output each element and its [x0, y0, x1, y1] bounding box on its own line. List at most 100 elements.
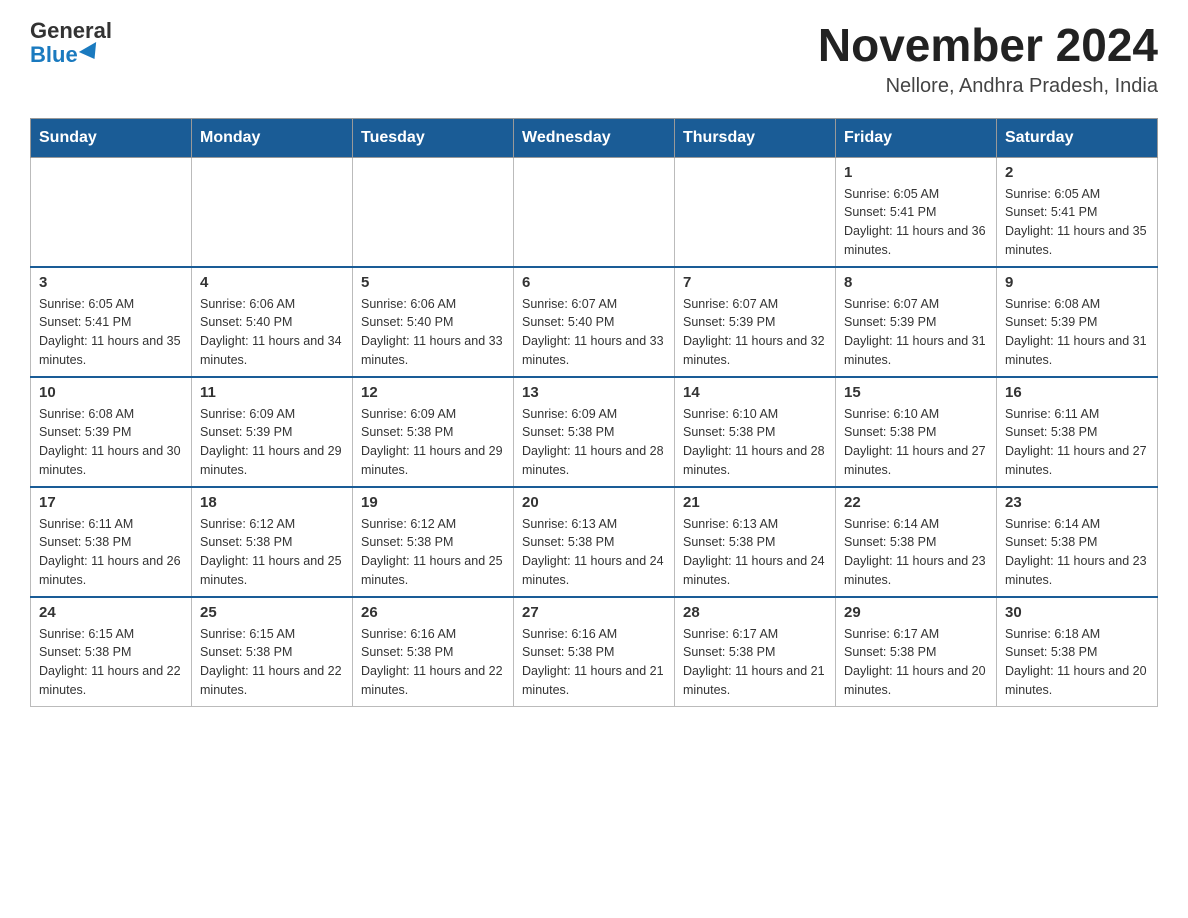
day-info: Sunrise: 6:15 AMSunset: 5:38 PMDaylight:… [200, 625, 344, 700]
day-info: Sunrise: 6:09 AMSunset: 5:38 PMDaylight:… [361, 405, 505, 480]
day-info: Sunrise: 6:10 AMSunset: 5:38 PMDaylight:… [683, 405, 827, 480]
column-header-sunday: Sunday [31, 118, 192, 157]
calendar-cell: 13 Sunrise: 6:09 AMSunset: 5:38 PMDayligh… [514, 377, 675, 487]
day-info: Sunrise: 6:09 AMSunset: 5:38 PMDaylight:… [522, 405, 666, 480]
calendar-week-row: 3 Sunrise: 6:05 AMSunset: 5:41 PMDaylight… [31, 267, 1158, 377]
day-info: Sunrise: 6:10 AMSunset: 5:38 PMDaylight:… [844, 405, 988, 480]
day-number: 17 [39, 494, 183, 511]
calendar-cell: 18 Sunrise: 6:12 AMSunset: 5:38 PMDayligh… [192, 487, 353, 597]
calendar-cell [514, 157, 675, 267]
calendar-cell: 10Sunrise: 6:08 AMSunset: 5:39 PMDayligh… [31, 377, 192, 487]
day-info: Sunrise: 6:07 AMSunset: 5:39 PMDaylight:… [683, 295, 827, 370]
day-info: Sunrise: 6:07 AMSunset: 5:39 PMDaylight:… [844, 295, 988, 370]
day-number: 11 [200, 384, 344, 401]
day-number: 29 [844, 604, 988, 621]
calendar-cell: 23 Sunrise: 6:14 AMSunset: 5:38 PMDayligh… [997, 487, 1158, 597]
day-number: 8 [844, 274, 988, 291]
day-info: Sunrise: 6:13 AMSunset: 5:38 PMDaylight:… [522, 515, 666, 590]
day-info: Sunrise: 6:07 AMSunset: 5:40 PMDaylight:… [522, 295, 666, 370]
day-info: Sunrise: 6:11 AMSunset: 5:38 PMDaylight:… [39, 515, 183, 590]
calendar-week-row: 1 Sunrise: 6:05 AMSunset: 5:41 PMDaylight… [31, 157, 1158, 267]
column-header-saturday: Saturday [997, 118, 1158, 157]
day-number: 5 [361, 274, 505, 291]
column-header-wednesday: Wednesday [514, 118, 675, 157]
calendar-cell: 20 Sunrise: 6:13 AMSunset: 5:38 PMDayligh… [514, 487, 675, 597]
day-info: Sunrise: 6:05 AMSunset: 5:41 PMDaylight:… [1005, 185, 1149, 260]
day-number: 22 [844, 494, 988, 511]
day-info: Sunrise: 6:09 AMSunset: 5:39 PMDaylight:… [200, 405, 344, 480]
day-number: 7 [683, 274, 827, 291]
calendar-cell: 2 Sunrise: 6:05 AMSunset: 5:41 PMDaylight… [997, 157, 1158, 267]
calendar-table: SundayMondayTuesdayWednesdayThursdayFrid… [30, 118, 1158, 707]
day-info: Sunrise: 6:08 AMSunset: 5:39 PMDaylight:… [1005, 295, 1149, 370]
calendar-cell: 15 Sunrise: 6:10 AMSunset: 5:38 PMDayligh… [836, 377, 997, 487]
calendar-cell: 12Sunrise: 6:09 AMSunset: 5:38 PMDayligh… [353, 377, 514, 487]
calendar-cell: 4 Sunrise: 6:06 AMSunset: 5:40 PMDaylight… [192, 267, 353, 377]
logo-general-text: General [30, 20, 112, 42]
column-header-friday: Friday [836, 118, 997, 157]
calendar-cell: 29 Sunrise: 6:17 AMSunset: 5:38 PMDayligh… [836, 597, 997, 707]
day-info: Sunrise: 6:12 AMSunset: 5:38 PMDaylight:… [200, 515, 344, 590]
calendar-cell: 7 Sunrise: 6:07 AMSunset: 5:39 PMDaylight… [675, 267, 836, 377]
day-info: Sunrise: 6:14 AMSunset: 5:38 PMDaylight:… [844, 515, 988, 590]
calendar-cell: 8 Sunrise: 6:07 AMSunset: 5:39 PMDaylight… [836, 267, 997, 377]
calendar-cell: 21 Sunrise: 6:13 AMSunset: 5:38 PMDayligh… [675, 487, 836, 597]
day-info: Sunrise: 6:05 AMSunset: 5:41 PMDaylight:… [844, 185, 988, 260]
calendar-cell: 16 Sunrise: 6:11 AMSunset: 5:38 PMDayligh… [997, 377, 1158, 487]
day-number: 4 [200, 274, 344, 291]
day-number: 6 [522, 274, 666, 291]
calendar-cell: 17 Sunrise: 6:11 AMSunset: 5:38 PMDayligh… [31, 487, 192, 597]
calendar-week-row: 24 Sunrise: 6:15 AMSunset: 5:38 PMDayligh… [31, 597, 1158, 707]
day-number: 19 [361, 494, 505, 511]
location-text: Nellore, Andhra Pradesh, India [818, 75, 1158, 98]
day-number: 18 [200, 494, 344, 511]
day-number: 24 [39, 604, 183, 621]
calendar-cell: 1 Sunrise: 6:05 AMSunset: 5:41 PMDaylight… [836, 157, 997, 267]
calendar-cell: 9Sunrise: 6:08 AMSunset: 5:39 PMDaylight… [997, 267, 1158, 377]
day-number: 15 [844, 384, 988, 401]
day-number: 26 [361, 604, 505, 621]
day-info: Sunrise: 6:17 AMSunset: 5:38 PMDaylight:… [683, 625, 827, 700]
calendar-week-row: 10Sunrise: 6:08 AMSunset: 5:39 PMDayligh… [31, 377, 1158, 487]
calendar-cell: 30Sunrise: 6:18 AMSunset: 5:38 PMDayligh… [997, 597, 1158, 707]
logo-blue-text: Blue [30, 42, 101, 68]
page-header: General Blue November 2024 Nellore, Andh… [30, 20, 1158, 98]
day-info: Sunrise: 6:06 AMSunset: 5:40 PMDaylight:… [200, 295, 344, 370]
day-info: Sunrise: 6:06 AMSunset: 5:40 PMDaylight:… [361, 295, 505, 370]
day-number: 2 [1005, 164, 1149, 181]
title-block: November 2024 Nellore, Andhra Pradesh, I… [818, 20, 1158, 98]
calendar-cell: 28Sunrise: 6:17 AMSunset: 5:38 PMDayligh… [675, 597, 836, 707]
day-info: Sunrise: 6:11 AMSunset: 5:38 PMDaylight:… [1005, 405, 1149, 480]
logo: General Blue [30, 20, 112, 68]
calendar-cell: 5 Sunrise: 6:06 AMSunset: 5:40 PMDaylight… [353, 267, 514, 377]
column-header-tuesday: Tuesday [353, 118, 514, 157]
calendar-cell: 11 Sunrise: 6:09 AMSunset: 5:39 PMDayligh… [192, 377, 353, 487]
calendar-cell: 24Sunrise: 6:15 AMSunset: 5:38 PMDayligh… [31, 597, 192, 707]
day-number: 30 [1005, 604, 1149, 621]
day-info: Sunrise: 6:13 AMSunset: 5:38 PMDaylight:… [683, 515, 827, 590]
calendar-header-row: SundayMondayTuesdayWednesdayThursdayFrid… [31, 118, 1158, 157]
day-info: Sunrise: 6:05 AMSunset: 5:41 PMDaylight:… [39, 295, 183, 370]
day-number: 20 [522, 494, 666, 511]
day-number: 1 [844, 164, 988, 181]
day-number: 23 [1005, 494, 1149, 511]
day-info: Sunrise: 6:14 AMSunset: 5:38 PMDaylight:… [1005, 515, 1149, 590]
day-number: 13 [522, 384, 666, 401]
calendar-cell: 25Sunrise: 6:15 AMSunset: 5:38 PMDayligh… [192, 597, 353, 707]
day-number: 21 [683, 494, 827, 511]
logo-triangle-icon [79, 42, 103, 64]
calendar-cell [675, 157, 836, 267]
day-number: 27 [522, 604, 666, 621]
day-number: 3 [39, 274, 183, 291]
day-number: 16 [1005, 384, 1149, 401]
calendar-cell: 14Sunrise: 6:10 AMSunset: 5:38 PMDayligh… [675, 377, 836, 487]
calendar-cell: 22 Sunrise: 6:14 AMSunset: 5:38 PMDayligh… [836, 487, 997, 597]
day-info: Sunrise: 6:16 AMSunset: 5:38 PMDaylight:… [522, 625, 666, 700]
calendar-cell [31, 157, 192, 267]
day-info: Sunrise: 6:08 AMSunset: 5:39 PMDaylight:… [39, 405, 183, 480]
day-info: Sunrise: 6:16 AMSunset: 5:38 PMDaylight:… [361, 625, 505, 700]
calendar-cell [192, 157, 353, 267]
column-header-thursday: Thursday [675, 118, 836, 157]
month-title: November 2024 [818, 20, 1158, 71]
day-info: Sunrise: 6:17 AMSunset: 5:38 PMDaylight:… [844, 625, 988, 700]
